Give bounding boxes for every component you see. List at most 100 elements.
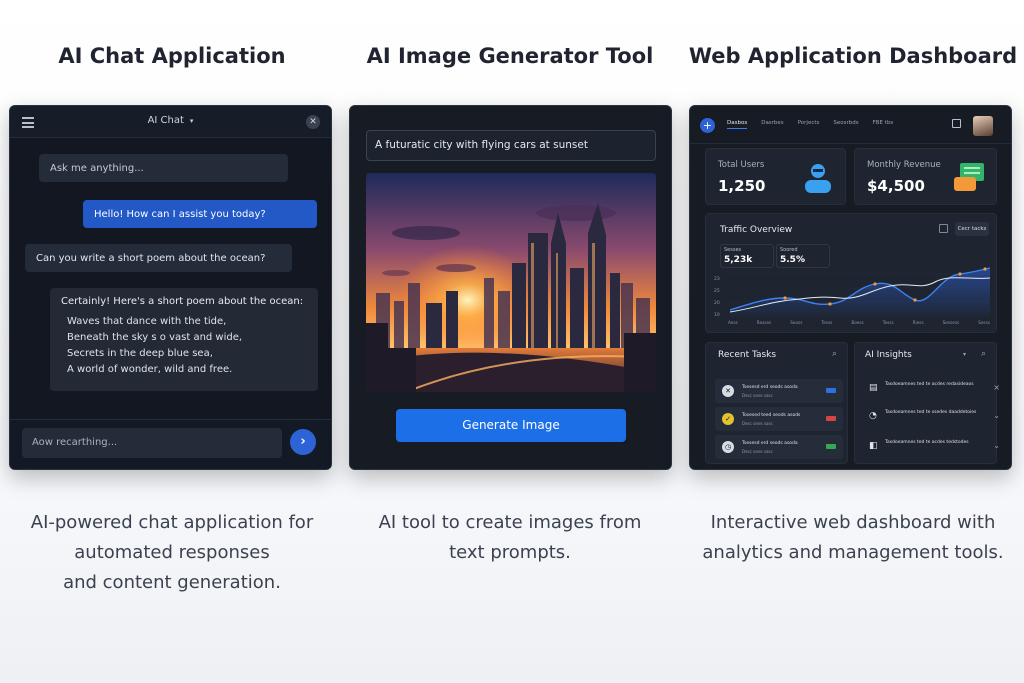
caption-line: Interactive web dashboard with: [710, 512, 996, 533]
caption-line: automated responses: [74, 542, 270, 563]
poem-line: Secrets in the deep blue sea,: [67, 348, 213, 359]
report-icon: ▤: [869, 383, 878, 393]
insight-row[interactable]: ▤ Tasdoeamnes ted te acdes redasideaos ×: [865, 377, 1000, 403]
poem-line: Beneath the sky s o vast and wide,: [67, 332, 243, 343]
chat-message-assistant: Hello! How can I assist you today?: [83, 200, 317, 228]
card-title: AI Insights: [865, 350, 912, 360]
chat-message: Ask me anything...: [39, 154, 288, 182]
generate-image-button[interactable]: Generate Image: [396, 409, 626, 442]
chat-app-window: AI Chat ▾ ✕ Ask me anything... Hello! How…: [9, 105, 332, 470]
caption-line: analytics and management tools.: [702, 542, 1004, 563]
x-tick: Riess: [912, 320, 924, 325]
task-desc: Desc ones sass: [742, 449, 773, 454]
calendar-icon[interactable]: [939, 224, 948, 233]
insight-row[interactable]: ◔ Tasdoeamnes ted te ssedes daaddetoies …: [865, 405, 1000, 431]
insight-text: Tasdoeamnes ted te ssedes daaddetoies: [885, 410, 977, 415]
stat-value: 1,250: [718, 177, 766, 195]
insight-row[interactable]: ◧ Tasdoeamnes ted te acdes tedstodes ⌄: [865, 435, 1000, 461]
generated-image: [366, 173, 656, 392]
task-title: Tosesed teed seods asods: [742, 413, 801, 418]
chat-section-title: AI Chat Application: [58, 44, 286, 68]
cancel-icon: ✕: [722, 385, 734, 397]
card-title: Recent Tasks: [718, 350, 777, 360]
user-icon: [805, 164, 831, 193]
x-tick: Tesss: [882, 320, 894, 325]
chevron-down-icon[interactable]: ⌄: [993, 411, 1000, 420]
traffic-stat-label: Soored: [780, 247, 798, 253]
nav-item[interactable]: Porjects: [798, 120, 820, 129]
card-title: Traffic Overview: [720, 225, 793, 235]
nav-item[interactable]: Dasbos: [727, 120, 748, 129]
traffic-overview-card: Traffic Overview Cecr tacks Sesses 5,23k…: [705, 213, 997, 333]
y-tick: 20: [714, 301, 720, 306]
chevron-down-icon[interactable]: ⌄: [993, 441, 1000, 450]
nav-item[interactable]: Dasrbes: [761, 120, 783, 129]
chat-title-label: AI Chat: [147, 115, 184, 126]
task-row[interactable]: ✓ Tosesed teed seods asods Desc ones sas…: [715, 407, 843, 431]
document-icon: ◧: [869, 441, 878, 451]
chart-point: [783, 296, 787, 300]
close-icon[interactable]: ×: [993, 383, 1000, 392]
money-icon: [954, 163, 984, 191]
insight-text: Tasdoeamnes ted te acdes tedstodes: [885, 440, 969, 445]
caption-line: text prompts.: [449, 542, 571, 563]
chart-point: [983, 267, 987, 271]
prompt-input[interactable]: A futuratic city with flying cars at sun…: [366, 130, 656, 161]
send-button[interactable]: ›: [290, 429, 316, 455]
insight-text: Tasdoeamnes ted te acdes redasideaos: [885, 382, 974, 387]
y-axis-ticks: 23 25 20 10: [714, 274, 720, 322]
monthly-revenue-card: Monthly Revenue $4,500: [854, 148, 997, 205]
recent-tasks-card: Recent Tasks ⌕ ✕ Tsesesd erd seods asoda…: [705, 342, 848, 464]
x-tick: Sesss: [978, 320, 990, 325]
x-tick: Sessess: [942, 320, 960, 325]
check-icon: ✓: [722, 413, 734, 425]
stat-label: Monthly Revenue: [867, 160, 941, 170]
chart-point: [828, 302, 832, 306]
stat-value: $4,500: [867, 177, 925, 195]
close-icon[interactable]: ✕: [306, 115, 320, 129]
task-row[interactable]: ◷ Tsesesd erd seods asoda Desc ones sass: [715, 435, 843, 459]
task-title: Tsesesd erd seods asoda: [742, 385, 798, 390]
chat-header: AI Chat ▾ ✕: [10, 106, 331, 138]
chart-point: [873, 282, 877, 286]
image-section-title: AI Image Generator Tool: [366, 44, 654, 68]
search-icon[interactable]: ⌕: [832, 349, 837, 359]
task-title: Tsesesd erd seods asoda: [742, 441, 798, 446]
total-users-card: Total Users 1,250: [705, 148, 846, 205]
dashboard-window: + Dasbos Dasrbes Porjects Seosrbds FBE t…: [689, 105, 1012, 470]
chat-caption: AI-powered chat application for automate…: [2, 508, 342, 598]
futuristic-city-illustration: [366, 173, 656, 392]
plus-icon[interactable]: +: [700, 118, 715, 133]
task-desc: Desc ones sass: [742, 393, 773, 398]
nav-item[interactable]: Seosrbds: [833, 120, 858, 129]
traffic-filter-button[interactable]: Cecr tacks: [955, 222, 989, 236]
ai-insights-card: AI Insights ▾ ⌕ ▤ Tasdoeamnes ted te acd…: [854, 342, 1000, 464]
task-tag: [826, 388, 836, 393]
poem-line: Waves that dance with the tide,: [67, 316, 227, 327]
caption-line: AI-powered chat application for: [30, 512, 314, 533]
x-tick: Aess: [728, 320, 738, 325]
task-row[interactable]: ✕ Tsesesd erd seods asoda Desc ones sass: [715, 379, 843, 403]
chart-point: [913, 298, 917, 302]
y-tick: 10: [714, 313, 720, 318]
y-tick: 25: [714, 289, 720, 294]
chat-title[interactable]: AI Chat ▾: [10, 115, 331, 126]
arrow-right-icon: ›: [300, 434, 306, 449]
dashboard-section-title: Web Application Dashboard: [688, 44, 1018, 68]
poem-line: A world of wonder, wild and free.: [67, 364, 233, 375]
stat-label: Total Users: [718, 160, 765, 170]
dashboard-nav: + Dasbos Dasrbes Porjects Seosrbds FBE t…: [690, 106, 1011, 144]
x-tick: Boess: [851, 320, 864, 325]
traffic-line-chart: [730, 267, 990, 316]
task-tag: [826, 444, 836, 449]
chat-input[interactable]: Aow recarthing...: [22, 428, 282, 458]
nav-item[interactable]: FBE tbs: [873, 120, 894, 129]
printer-icon[interactable]: [952, 119, 961, 128]
chevron-down-icon[interactable]: ▾: [963, 351, 966, 358]
chat-footer: Aow recarthing... ›: [10, 419, 331, 469]
search-icon[interactable]: ⌕: [981, 349, 986, 359]
image-caption: AI tool to create images from text promp…: [340, 508, 680, 568]
task-tag: [826, 416, 836, 421]
y-tick: 23: [714, 277, 720, 282]
avatar[interactable]: [973, 116, 993, 136]
